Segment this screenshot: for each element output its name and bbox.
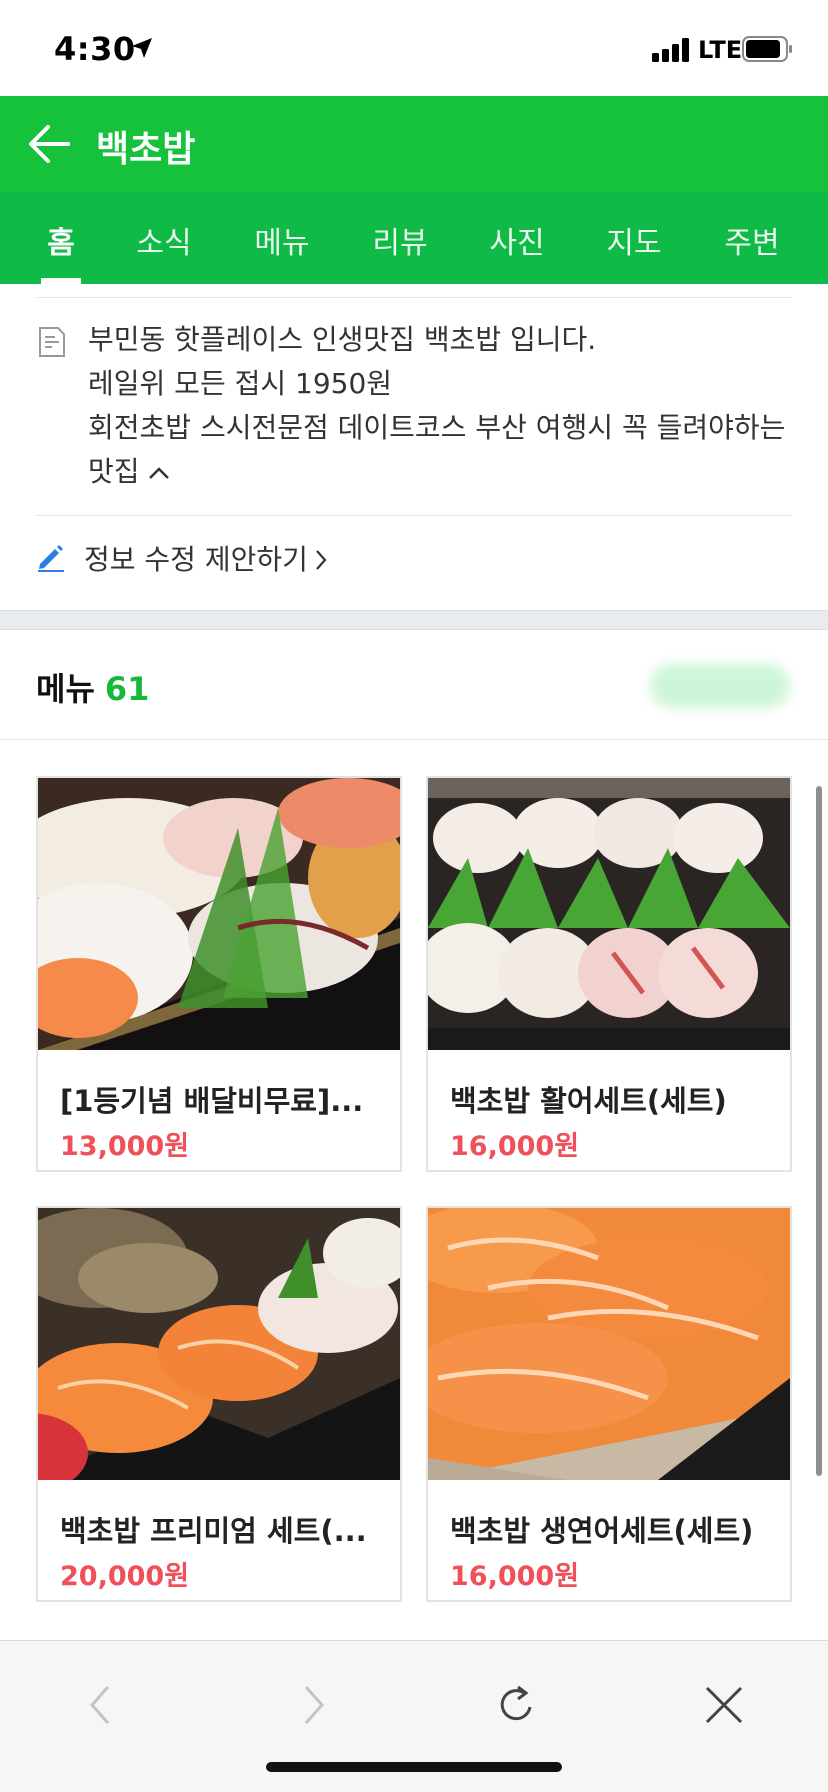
description-line: 부민동 핫플레이스 인생맛집 백초밥 입니다. [88,323,597,356]
menu-item-name: 백초밥 활어세트(세트) [450,1084,727,1118]
menu-section-heading: 메뉴 61 [36,664,149,710]
chevron-right-icon [316,550,327,570]
document-icon [39,327,65,357]
tab-home[interactable]: 홈 [47,218,75,262]
page-title: 백초밥 [96,129,196,170]
divider [0,739,828,740]
menu-card[interactable]: [1등기념 배달비무료]... 13,000원 [36,776,402,1172]
tab-review[interactable]: 리뷰 [372,218,427,262]
menu-item-price: 16,000원 [450,1131,580,1162]
browser-back-icon[interactable] [80,1683,124,1727]
description-line: 회전초밥 스시전문점 데이트코스 부산 여행시 꼭 들려야하는 [88,411,786,444]
network-type: LTE [698,36,743,64]
browser-forward-icon[interactable] [290,1683,334,1727]
location-arrow-icon [132,38,152,58]
menu-item-name: 백초밥 생연어세트(세트) [450,1514,754,1548]
tab-news[interactable]: 소식 [136,218,191,262]
menu-item-price: 20,000원 [60,1561,190,1592]
menu-card[interactable]: 백초밥 활어세트(세트) 16,000원 [426,776,792,1172]
tab-nearby[interactable]: 주변 [724,218,779,262]
blurred-button[interactable] [650,664,790,708]
description-line: 레일위 모든 접시 1950원 [88,367,393,400]
tab-photo[interactable]: 사진 [489,218,544,262]
menu-item-name: [1등기념 배달비무료]... [60,1084,364,1118]
description-text: 맛집 [88,455,140,488]
divider [36,297,792,298]
status-bar: 4:30 LTE [0,0,828,96]
menu-item-name: 백초밥 프리미엄 세트(... [60,1514,367,1548]
active-tab-indicator [41,278,81,284]
menu-count: 61 [104,670,150,708]
menu-card[interactable]: 백초밥 프리미엄 세트(... 20,000원 [36,1206,402,1602]
tab-menu[interactable]: 메뉴 [254,218,309,262]
status-time: 4:30 [54,30,136,68]
back-arrow-icon[interactable] [26,122,72,166]
menu-item-price: 16,000원 [450,1561,580,1592]
divider [36,515,792,516]
sushi-photo [428,778,790,1050]
tab-bar: 홈 소식 메뉴 리뷰 사진 지도 주변 [0,192,828,284]
suggest-edit-label: 정보 수정 제안하기 [84,543,308,576]
collapse-chevron-up-icon[interactable] [148,466,170,480]
pencil-icon [38,545,64,572]
suggest-edit-link[interactable]: 정보 수정 제안하기 [84,538,328,578]
description-line-last: 맛집 [88,450,792,494]
home-indicator[interactable] [266,1762,562,1772]
menu-heading-label: 메뉴 [36,670,95,708]
scrollbar[interactable] [816,786,822,1476]
reload-icon[interactable] [494,1683,538,1727]
salmon-sushi-photo [428,1208,790,1480]
close-icon[interactable] [702,1683,746,1727]
battery-icon [742,36,792,62]
menu-card[interactable]: 백초밥 생연어세트(세트) 16,000원 [426,1206,792,1602]
sushi-photo [38,1208,400,1480]
sushi-photo [38,778,400,1050]
section-separator [0,610,828,630]
signal-icon [652,38,689,62]
menu-item-price: 13,000원 [60,1131,190,1162]
app-header: 백초밥 [0,96,828,192]
place-description: 부민동 핫플레이스 인생맛집 백초밥 입니다. 레일위 모든 접시 1950원 … [88,318,792,494]
tab-map[interactable]: 지도 [606,218,661,262]
